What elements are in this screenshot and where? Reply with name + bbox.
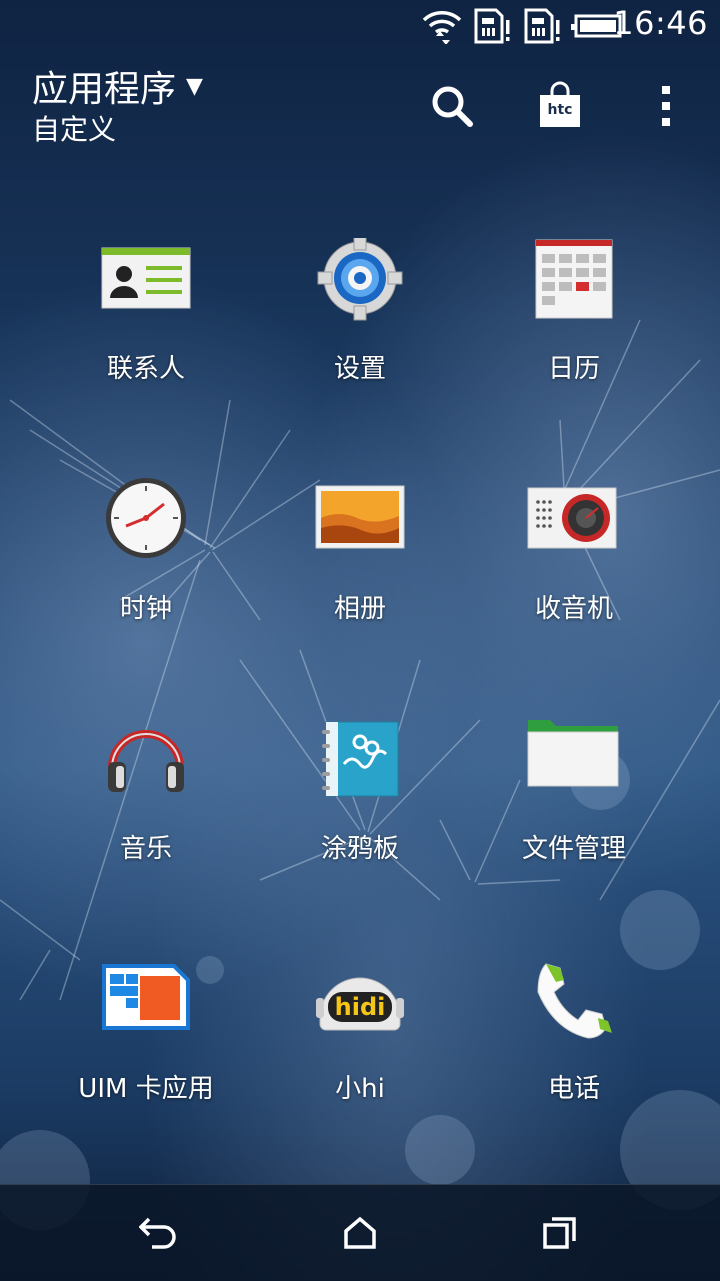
htc-store-text: htc	[547, 102, 573, 118]
status-bar: 16:46	[0, 0, 720, 50]
app-label: 小hi	[335, 1074, 385, 1104]
folder-icon	[527, 720, 619, 787]
search-button[interactable]	[424, 78, 480, 134]
navigation-bar	[0, 1184, 720, 1281]
contacts-icon	[101, 247, 191, 309]
app-uim-card[interactable]: UIM 卡应用	[46, 958, 246, 1138]
more-options-button[interactable]	[638, 78, 694, 134]
app-label: 设置	[333, 354, 386, 384]
app-gallery[interactable]: 相册	[260, 478, 460, 658]
clock-icon	[106, 478, 186, 558]
calendar-icon	[535, 239, 613, 319]
app-label: 相册	[333, 594, 386, 624]
app-phone[interactable]: 电话	[474, 958, 674, 1138]
back-icon	[139, 1217, 176, 1249]
recent-apps-button[interactable]	[525, 1201, 595, 1265]
app-label: UIM 卡应用	[78, 1074, 214, 1104]
settings-gear-icon	[317, 235, 403, 321]
app-label: 收音机	[534, 594, 613, 624]
app-label: 音乐	[119, 834, 172, 864]
app-settings[interactable]: 设置	[260, 235, 460, 418]
app-radio[interactable]: 收音机	[474, 478, 674, 658]
recent-apps-icon	[543, 1217, 576, 1249]
app-scribble[interactable]: 涂鸦板	[260, 718, 460, 898]
app-label: 日历	[547, 354, 600, 384]
app-xiaohi[interactable]: hidi 小hi	[260, 958, 460, 1138]
app-calendar[interactable]: 日历	[474, 238, 674, 418]
app-file-manager[interactable]: 文件管理	[474, 718, 674, 898]
app-contacts[interactable]: 联系人	[46, 238, 246, 418]
gallery-icon	[315, 485, 405, 549]
app-label: 电话	[547, 1074, 600, 1104]
app-label: 文件管理	[521, 834, 626, 864]
sort-mode-label: 自定义	[32, 113, 117, 146]
headphones-icon	[108, 730, 184, 792]
app-drawer-title-dropdown[interactable]: 应用程序 ▼	[32, 60, 203, 112]
status-time: 16:46	[613, 4, 708, 42]
home-icon	[344, 1216, 376, 1249]
sim1-no-signal-icon	[474, 8, 510, 44]
scribble-notebook-icon	[322, 721, 399, 797]
app-music[interactable]: 音乐	[46, 718, 246, 898]
app-label: 联系人	[106, 354, 185, 384]
htc-store-button[interactable]: htc	[532, 78, 588, 134]
wifi-icon	[422, 11, 462, 44]
more-vertical-icon	[662, 86, 670, 126]
phone-handset-icon	[537, 963, 612, 1039]
search-icon	[432, 86, 473, 127]
radio-icon	[527, 487, 617, 549]
home-button[interactable]	[325, 1201, 395, 1265]
page-title: 应用程序	[32, 69, 177, 110]
app-label: 时钟	[119, 594, 172, 624]
sim-card-icon	[102, 964, 190, 1030]
hidi-logo-text: hidi	[334, 993, 386, 1021]
chevron-down-icon: ▼	[186, 73, 203, 99]
app-clock[interactable]: 时钟	[46, 478, 246, 658]
app-label: 涂鸦板	[320, 834, 399, 864]
sim2-no-signal-icon	[524, 8, 560, 44]
back-button[interactable]	[124, 1201, 194, 1265]
